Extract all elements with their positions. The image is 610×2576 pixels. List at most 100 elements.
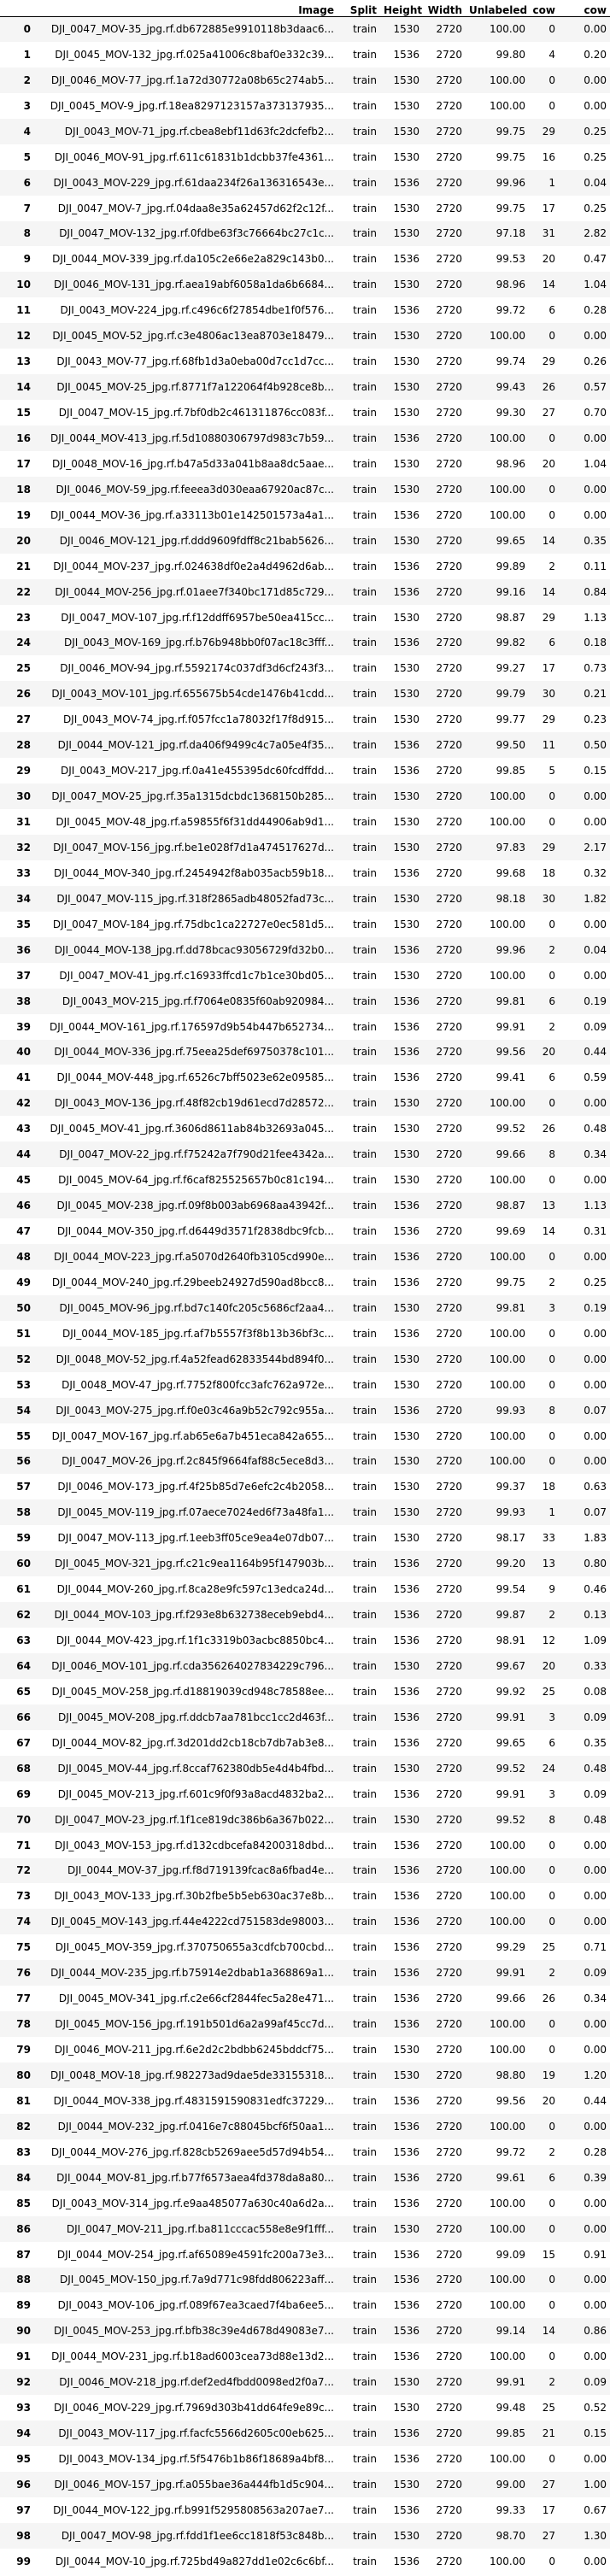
- cell-unlabeled: 100.00: [490, 23, 525, 36]
- cell-image: DJI_0043_MOV-134_jpg.rf.5f5476b1b86f1868…: [58, 2453, 334, 2466]
- cell-image: DJI_0044_MOV-254_jpg.rf.af65089e4591fc20…: [56, 2248, 334, 2261]
- cell-cow-percent: 0.00: [584, 508, 607, 521]
- cell-split: train: [353, 1609, 377, 1622]
- row-index: 10: [16, 279, 31, 291]
- cell-image: DJI_0045_MOV-258_jpg.rf.d18819039cd948c7…: [51, 1685, 334, 1698]
- row-index: 29: [16, 765, 31, 777]
- cell-height: 1536: [393, 866, 419, 879]
- cell-height: 1536: [393, 1710, 419, 1723]
- cell-unlabeled: 99.52: [496, 1123, 525, 1135]
- cell-image: DJI_0043_MOV-224_jpg.rf.c496c6f27854dbe1…: [60, 304, 334, 317]
- cell-height: 1536: [393, 995, 419, 1007]
- cell-split: train: [353, 662, 377, 675]
- cell-cow-percent: 0.32: [584, 866, 607, 879]
- cell-image: DJI_0045_MOV-238_jpg.rf.09f8b003ab6968aa…: [56, 1200, 334, 1212]
- cell-height: 1536: [393, 48, 419, 61]
- cell-cow-percent: 0.00: [584, 1839, 607, 1851]
- cell-split: train: [353, 1250, 377, 1263]
- table-row: 5 DJI_0046_MOV-91_jpg.rf.611c61831b1dcbb3…: [0, 144, 610, 170]
- cell-cow-percent: 0.28: [584, 2145, 607, 2158]
- cell-cow-percent: 0.00: [584, 1455, 607, 1468]
- cell-split: train: [353, 2222, 377, 2235]
- cell-image: DJI_0045_MOV-96_jpg.rf.bd7c140fc205c5686…: [59, 1301, 334, 1314]
- cell-image: DJI_0046_MOV-218_jpg.rf.def2ed4fbdd0098e…: [59, 2376, 334, 2389]
- header-cow-percent: cow: [559, 0, 610, 17]
- cell-image: DJI_0047_MOV-167_jpg.rf.ab65e6a7b451eca8…: [51, 1429, 334, 1442]
- table-row: 25 DJI_0046_MOV-94_jpg.rf.5592174c037df3d…: [0, 655, 610, 681]
- cell-unlabeled: 100.00: [490, 1378, 525, 1391]
- cell-width: 2720: [436, 2555, 462, 2567]
- cell-cow-percent: 1.13: [584, 1200, 607, 1212]
- cell-height: 1536: [393, 2350, 419, 2363]
- cell-split: train: [353, 1404, 377, 1417]
- cell-cow-percent: 0.33: [584, 1659, 607, 1672]
- cell-width: 2720: [436, 1941, 462, 1954]
- cell-unlabeled: 100.00: [490, 1174, 525, 1187]
- row-index: 24: [16, 637, 31, 649]
- cell-unlabeled: 100.00: [490, 431, 525, 444]
- cell-cow-percent: 0.46: [584, 1583, 607, 1596]
- cell-split: train: [353, 2529, 377, 2542]
- cell-height: 1530: [393, 23, 419, 36]
- cell-split: train: [353, 2402, 377, 2415]
- cell-width: 2720: [436, 2503, 462, 2516]
- cell-width: 2720: [436, 1071, 462, 1084]
- cell-height: 1530: [393, 1429, 419, 1442]
- cell-split: train: [353, 2376, 377, 2389]
- cell-image: DJI_0046_MOV-229_jpg.rf.7969d303b41dd64f…: [53, 2402, 334, 2415]
- table-row: 9 DJI_0044_MOV-339_jpg.rf.da105c2e66e2a82…: [0, 246, 610, 272]
- cell-cow-count: 0: [548, 2299, 555, 2312]
- row-index: 62: [16, 1609, 31, 1622]
- table-row: 10 DJI_0046_MOV-131_jpg.rf.aea19abf6058a1…: [0, 272, 610, 298]
- cell-cow-count: 13: [542, 1200, 555, 1212]
- table-row: 44 DJI_0047_MOV-22_jpg.rf.f75242a7f790d21…: [0, 1141, 610, 1168]
- cell-split: train: [353, 2145, 377, 2158]
- cell-height: 1536: [393, 1992, 419, 2005]
- cell-height: 1530: [393, 534, 419, 547]
- row-index: 12: [16, 330, 31, 343]
- row-index: 55: [16, 1429, 31, 1442]
- cell-cow-count: 2: [548, 1020, 555, 1033]
- row-index: 20: [16, 534, 31, 547]
- cell-split: train: [353, 508, 377, 521]
- cell-unlabeled: 99.20: [496, 1558, 525, 1570]
- cell-unlabeled: 99.61: [496, 2171, 525, 2184]
- cell-cow-percent: 0.00: [584, 23, 607, 36]
- row-index: 75: [16, 1941, 31, 1954]
- cell-height: 1536: [393, 1967, 419, 1980]
- cell-image: DJI_0044_MOV-223_jpg.rf.a5070d2640fb3105…: [53, 1250, 334, 1263]
- cell-split: train: [353, 688, 377, 701]
- cell-cow-count: 0: [548, 2222, 555, 2235]
- cell-image: DJI_0044_MOV-413_jpg.rf.5d10880306797d98…: [50, 431, 334, 444]
- cell-split: train: [353, 2171, 377, 2184]
- table-row: 16 DJI_0044_MOV-413_jpg.rf.5d10880306797d…: [0, 425, 610, 451]
- cell-image: DJI_0045_MOV-150_jpg.rf.7a9d771c98fdd806…: [59, 2274, 334, 2286]
- cell-width: 2720: [436, 1583, 462, 1596]
- cell-cow-count: 2: [548, 1609, 555, 1622]
- cell-unlabeled: 99.27: [496, 662, 525, 675]
- table-header: Image Split Height Width Unlabeled cow c…: [0, 0, 610, 17]
- cell-image: DJI_0044_MOV-350_jpg.rf.d6449d3571f2838d…: [56, 1225, 334, 1238]
- cell-height: 1530: [393, 2222, 419, 2235]
- cell-cow-percent: 2.82: [584, 227, 607, 240]
- table-row: 83 DJI_0044_MOV-276_jpg.rf.828cb5269aee5d…: [0, 2139, 610, 2165]
- cell-cow-count: 2: [548, 2376, 555, 2389]
- cell-unlabeled: 100.00: [490, 99, 525, 112]
- row-index: 48: [16, 1250, 31, 1263]
- cell-height: 1536: [393, 2018, 419, 2031]
- cell-cow-percent: 0.34: [584, 1148, 607, 1161]
- cell-cow-percent: 0.00: [584, 1097, 607, 1110]
- cell-split: train: [353, 2478, 377, 2491]
- cell-cow-percent: 0.00: [584, 483, 607, 496]
- row-index: 27: [16, 713, 31, 726]
- cell-split: train: [353, 1097, 377, 1110]
- cell-width: 2720: [436, 279, 462, 291]
- cell-split: train: [353, 1071, 377, 1084]
- cell-cow-percent: 1.20: [584, 2068, 607, 2081]
- cell-cow-count: 0: [548, 330, 555, 343]
- cell-split: train: [353, 1353, 377, 1365]
- cell-cow-count: 3: [548, 1301, 555, 1314]
- cell-width: 2720: [436, 1148, 462, 1161]
- cell-unlabeled: 100.00: [490, 816, 525, 829]
- cell-unlabeled: 98.87: [496, 1200, 525, 1212]
